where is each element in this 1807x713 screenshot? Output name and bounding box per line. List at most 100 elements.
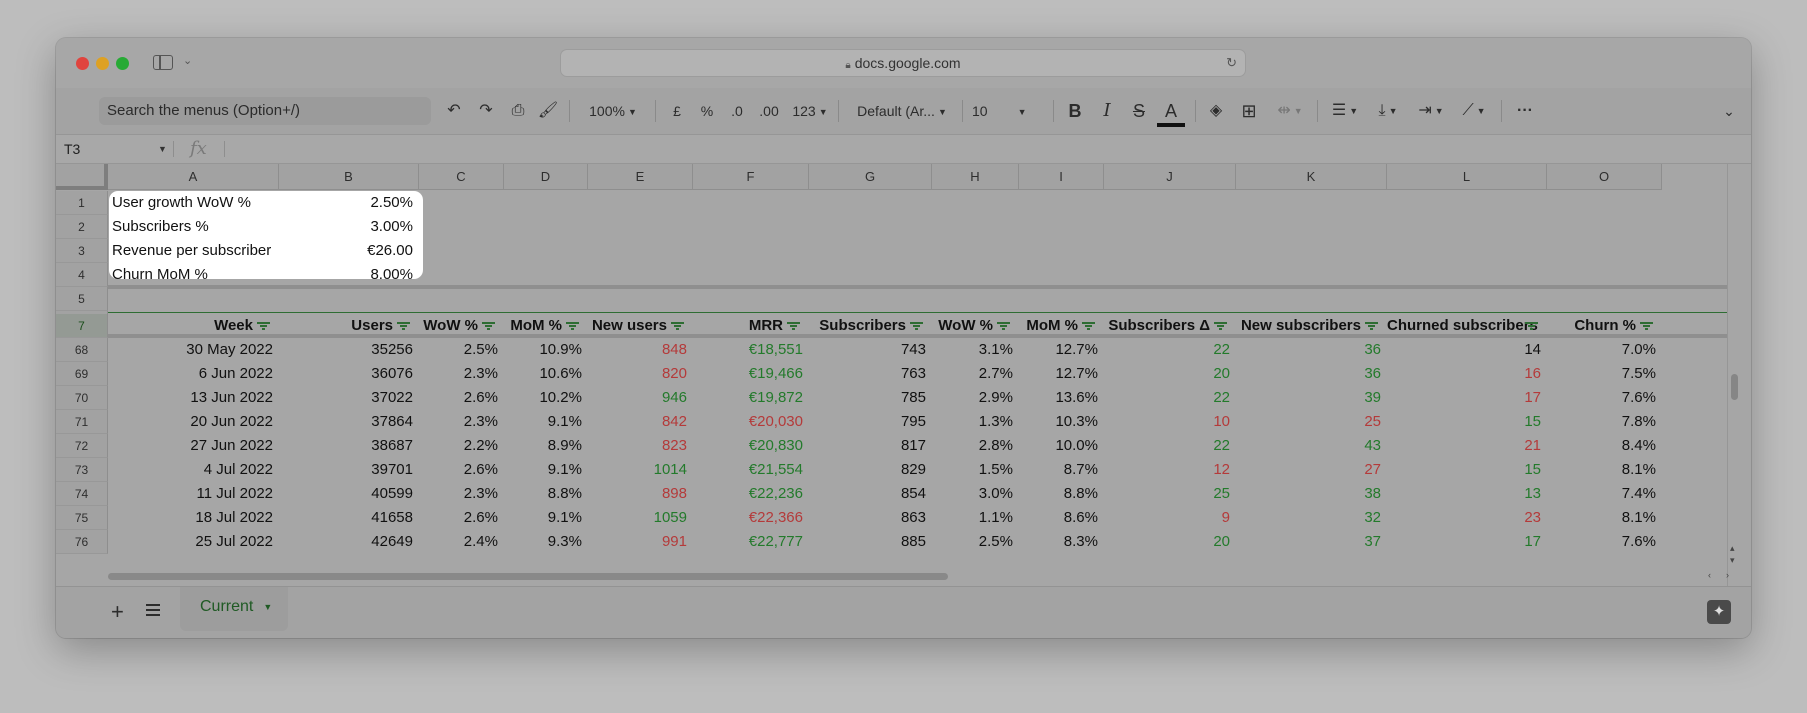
table-cell[interactable]: 820 <box>588 362 687 386</box>
table-cell[interactable]: 7.0% <box>1547 338 1656 362</box>
column-header-a[interactable]: A <box>108 164 279 190</box>
paint-format-icon[interactable]: 🖌︎ <box>535 88 561 134</box>
merge-cells-icon[interactable]: ⇹ ▼ <box>1269 88 1311 134</box>
table-cell[interactable]: 6 Jun 2022 <box>108 362 273 386</box>
column-header-o[interactable]: O <box>1547 164 1662 190</box>
table-cell[interactable]: 39701 <box>279 458 413 482</box>
row-header[interactable]: 70 <box>56 386 108 410</box>
table-cell[interactable]: 9 <box>1104 506 1230 530</box>
zoom-select[interactable]: 100% ▼ <box>578 88 648 134</box>
text-wrapping-icon[interactable]: ⇥ ▼ <box>1411 88 1451 134</box>
table-cell[interactable]: 3.0% <box>932 482 1013 506</box>
increase-decimals-button[interactable]: .00 <box>753 88 785 134</box>
name-box-dropdown-icon[interactable]: ▼ <box>158 135 167 163</box>
table-cell[interactable]: 8.9% <box>504 434 582 458</box>
table-cell[interactable]: 842 <box>588 410 687 434</box>
more-formats-select[interactable]: 123 ▼ <box>789 88 831 134</box>
font-size-select[interactable]: 10 ▼ <box>972 88 1044 134</box>
table-cell[interactable]: 8.1% <box>1547 506 1656 530</box>
table-cell[interactable]: 7.5% <box>1547 362 1656 386</box>
table-cell[interactable]: 8.6% <box>1019 506 1098 530</box>
filter-icon[interactable] <box>910 322 923 331</box>
table-cell[interactable]: 2.7% <box>932 362 1013 386</box>
table-cell[interactable]: 37 <box>1236 530 1381 554</box>
vertical-align-icon[interactable]: ⤓ ▼ <box>1368 88 1408 134</box>
summary-label[interactable]: Churn MoM % <box>112 263 208 287</box>
table-cell[interactable]: 1.1% <box>932 506 1013 530</box>
table-cell[interactable]: 43 <box>1236 434 1381 458</box>
table-cell[interactable]: 8.1% <box>1547 458 1656 482</box>
filter-icon[interactable] <box>1640 322 1653 331</box>
summary-label[interactable]: User growth WoW % <box>112 191 251 215</box>
table-cell[interactable]: 13 Jun 2022 <box>108 386 273 410</box>
percent-format-button[interactable]: % <box>695 88 719 134</box>
table-cell[interactable]: 9.1% <box>504 506 582 530</box>
text-color-icon[interactable]: A <box>1157 88 1185 134</box>
vertical-scrollbar[interactable]: ▴ ▾ <box>1727 164 1739 586</box>
column-header-k[interactable]: K <box>1236 164 1387 190</box>
table-cell[interactable]: 18 Jul 2022 <box>108 506 273 530</box>
filter-icon[interactable] <box>257 322 270 331</box>
chevron-down-icon[interactable]: ⌄ <box>183 54 192 67</box>
table-cell[interactable]: 16 <box>1387 362 1541 386</box>
filter-icon[interactable] <box>1525 322 1538 331</box>
filter-icon[interactable] <box>566 322 579 331</box>
sheet-tab-current[interactable]: Current ▼ <box>180 587 288 631</box>
table-cell[interactable]: 854 <box>809 482 926 506</box>
font-family-select[interactable]: Default (Ar... ▼ <box>848 88 956 134</box>
row-header[interactable]: 69 <box>56 362 108 386</box>
filter-icon[interactable] <box>787 322 800 331</box>
table-cell[interactable]: 8.8% <box>1019 482 1098 506</box>
table-cell[interactable]: 12.7% <box>1019 362 1098 386</box>
column-header-i[interactable]: I <box>1019 164 1104 190</box>
filter-icon[interactable] <box>482 322 495 331</box>
column-header-e[interactable]: E <box>588 164 693 190</box>
table-cell[interactable]: 946 <box>588 386 687 410</box>
row-header[interactable]: 74 <box>56 482 108 506</box>
borders-icon[interactable]: ⊞ <box>1236 88 1262 134</box>
currency-format-button[interactable]: £ <box>665 88 689 134</box>
table-cell[interactable]: 7.4% <box>1547 482 1656 506</box>
table-cell[interactable]: 4 Jul 2022 <box>108 458 273 482</box>
redo-icon[interactable]: ↷ <box>473 88 499 134</box>
table-cell[interactable]: 823 <box>588 434 687 458</box>
table-cell[interactable]: 30 May 2022 <box>108 338 273 362</box>
table-cell[interactable]: 36 <box>1236 338 1381 362</box>
table-cell[interactable]: 10 <box>1104 410 1230 434</box>
table-cell[interactable]: 785 <box>809 386 926 410</box>
table-cell[interactable]: 1.3% <box>932 410 1013 434</box>
table-cell[interactable]: 32 <box>1236 506 1381 530</box>
table-cell[interactable]: 2.6% <box>419 506 498 530</box>
address-bar[interactable]: 🔒︎ docs.google.com ↻ <box>560 49 1246 77</box>
row-header[interactable]: 5 <box>56 287 108 311</box>
table-cell[interactable]: 1014 <box>588 458 687 482</box>
table-cell[interactable]: 829 <box>809 458 926 482</box>
text-rotation-icon[interactable]: ⟋ ▼ <box>1454 88 1494 134</box>
table-cell[interactable]: 12.7% <box>1019 338 1098 362</box>
table-cell[interactable]: 25 Jul 2022 <box>108 530 273 554</box>
row-header[interactable]: 72 <box>56 434 108 458</box>
spreadsheet-grid[interactable]: ▴ ▾ ‹ › ABCDEFGHIJKLO1234567User growth … <box>56 164 1739 586</box>
table-cell[interactable]: 9.3% <box>504 530 582 554</box>
table-cell[interactable]: 795 <box>809 410 926 434</box>
table-cell[interactable]: 17 <box>1387 386 1541 410</box>
table-cell[interactable]: 848 <box>588 338 687 362</box>
table-cell[interactable]: 898 <box>588 482 687 506</box>
summary-label[interactable]: Subscribers % <box>112 215 209 239</box>
table-cell[interactable]: €22,777 <box>693 530 803 554</box>
table-cell[interactable]: 8.3% <box>1019 530 1098 554</box>
explore-icon[interactable]: ✦ <box>1707 600 1731 624</box>
filter-icon[interactable] <box>1214 322 1227 331</box>
table-cell[interactable]: 2.4% <box>419 530 498 554</box>
table-cell[interactable]: 3.1% <box>932 338 1013 362</box>
table-cell[interactable]: 37864 <box>279 410 413 434</box>
strikethrough-icon[interactable]: S <box>1126 88 1152 134</box>
table-cell[interactable]: 12 <box>1104 458 1230 482</box>
table-cell[interactable]: €18,551 <box>693 338 803 362</box>
summary-value[interactable]: 8.00% <box>279 263 413 287</box>
print-icon[interactable]: ⎙ <box>505 88 531 134</box>
column-header-h[interactable]: H <box>932 164 1019 190</box>
add-sheet-button[interactable]: + <box>111 597 124 627</box>
search-menus-input[interactable]: Search the menus (Option+/) <box>99 97 431 125</box>
table-cell[interactable]: 22 <box>1104 338 1230 362</box>
